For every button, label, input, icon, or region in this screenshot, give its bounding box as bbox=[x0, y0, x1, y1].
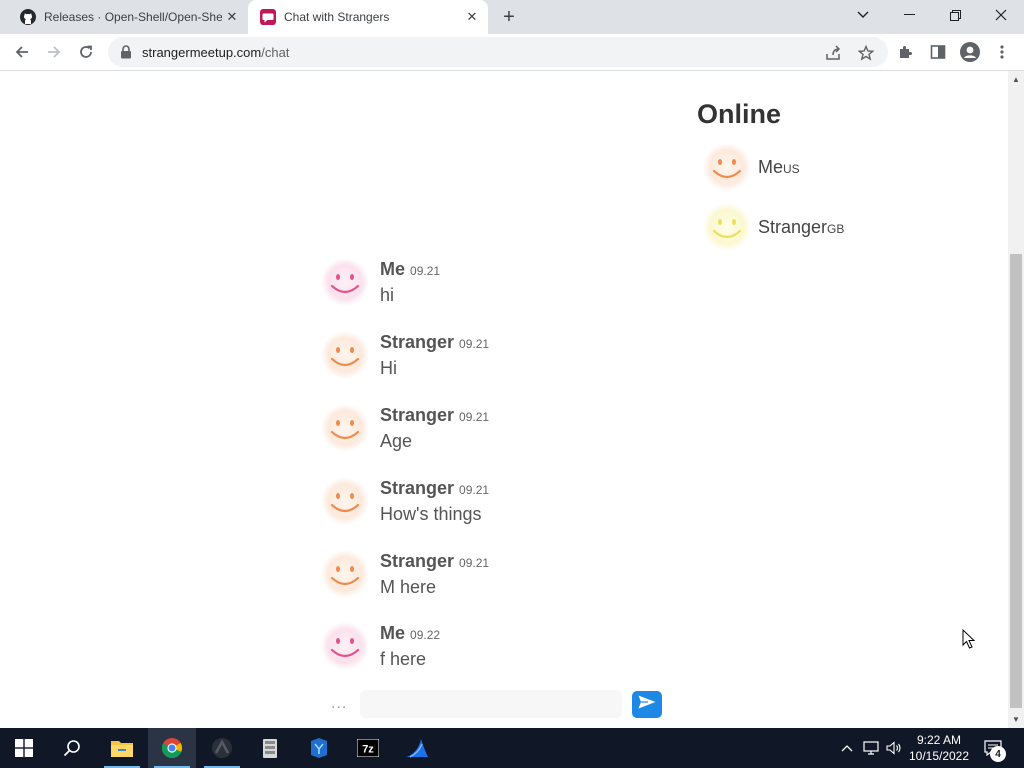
message-author: Me bbox=[380, 259, 406, 279]
tab-strip: Releases · Open-Shell/Open-Shel ✕ Chat w… bbox=[0, 0, 1024, 34]
message-author: Stranger bbox=[380, 551, 455, 571]
online-user[interactable]: MeUS bbox=[702, 142, 800, 192]
tab-title: Releases · Open-Shell/Open-Shel bbox=[44, 10, 222, 24]
message-time: 09.21 bbox=[459, 410, 490, 424]
volume-icon[interactable] bbox=[884, 728, 904, 768]
notification-count-badge: 4 bbox=[990, 746, 1006, 762]
side-panel-icon[interactable] bbox=[925, 39, 951, 65]
clock-time: 9:22 AM bbox=[916, 733, 962, 747]
message-author: Stranger bbox=[380, 405, 455, 425]
smiley-avatar-icon bbox=[320, 621, 370, 671]
page-scrollbar[interactable]: ▲ ▼ bbox=[1008, 71, 1024, 728]
smiley-avatar-icon bbox=[702, 142, 752, 192]
chat-message: Stranger 09.21 Hi bbox=[320, 330, 489, 380]
chat-message: Me 09.22 f here bbox=[320, 621, 440, 671]
start-icon[interactable] bbox=[0, 728, 48, 768]
message-text: Age bbox=[380, 431, 413, 451]
message-text: f here bbox=[380, 649, 427, 669]
share-icon[interactable] bbox=[824, 44, 842, 62]
url-text[interactable]: strangermeetup.com/chat bbox=[142, 45, 289, 60]
country-code: GB bbox=[827, 221, 845, 236]
smiley-avatar-icon bbox=[320, 403, 370, 453]
chrome-icon[interactable] bbox=[148, 728, 196, 768]
github-icon bbox=[20, 9, 36, 25]
app-icon[interactable] bbox=[295, 728, 343, 768]
page-content: Online MeUS StrangerGB Me 09.21 hi Stran… bbox=[0, 71, 1008, 728]
menu-kebab-icon[interactable] bbox=[989, 39, 1015, 65]
lock-icon[interactable] bbox=[120, 45, 132, 64]
file-explorer-icon[interactable] bbox=[98, 728, 146, 768]
new-tab-button[interactable]: + bbox=[498, 7, 520, 29]
online-user-name: StrangerGB bbox=[758, 217, 844, 238]
reload-icon[interactable] bbox=[73, 39, 99, 65]
smiley-avatar-icon bbox=[702, 202, 752, 252]
online-user-name: MeUS bbox=[758, 157, 800, 178]
message-time: 09.21 bbox=[459, 483, 490, 497]
close-tab-icon[interactable]: ✕ bbox=[462, 7, 482, 27]
smiley-avatar-icon bbox=[320, 549, 370, 599]
country-code: US bbox=[783, 161, 800, 176]
show-hidden-icons-icon[interactable] bbox=[838, 728, 856, 768]
chat-message: Stranger 09.21 M here bbox=[320, 549, 489, 599]
search-icon[interactable] bbox=[48, 728, 96, 768]
extensions-icon[interactable] bbox=[893, 39, 919, 65]
send-icon bbox=[638, 695, 656, 714]
message-time: 09.21 bbox=[459, 556, 490, 570]
message-author: Stranger bbox=[380, 332, 455, 352]
back-icon[interactable] bbox=[9, 39, 35, 65]
message-input[interactable] bbox=[360, 690, 622, 718]
smiley-avatar-icon bbox=[320, 476, 370, 526]
smiley-avatar-icon bbox=[320, 330, 370, 380]
mouse-cursor-icon bbox=[962, 628, 976, 654]
message-author: Stranger bbox=[380, 478, 455, 498]
windows-taskbar: 7z 9:22 AM 10/15/2022 bbox=[0, 728, 1024, 768]
chat-message: Stranger 09.21 Age bbox=[320, 403, 489, 453]
send-button[interactable] bbox=[632, 691, 662, 718]
message-time: 09.21 bbox=[459, 337, 490, 351]
chat-icon bbox=[260, 9, 276, 25]
online-heading: Online bbox=[697, 99, 782, 129]
taskbar-clock[interactable]: 9:22 AM 10/15/2022 bbox=[905, 732, 973, 764]
message-time: 09.22 bbox=[410, 628, 441, 642]
shark-app-icon[interactable] bbox=[393, 728, 441, 768]
typing-indicator: ... bbox=[331, 695, 348, 712]
chat-message: Me 09.21 hi bbox=[320, 257, 440, 307]
message-time: 09.21 bbox=[410, 264, 441, 278]
app-icon[interactable] bbox=[198, 728, 246, 768]
chat-message: Stranger 09.21 How's things bbox=[320, 476, 489, 526]
message-text: How's things bbox=[380, 504, 482, 524]
bookmark-star-icon[interactable] bbox=[857, 44, 875, 62]
scrollbar-thumb[interactable] bbox=[1010, 254, 1022, 708]
browser-toolbar: strangermeetup.com/chat bbox=[0, 34, 1024, 71]
7zip-icon[interactable]: 7z bbox=[344, 728, 392, 768]
message-text: M here bbox=[380, 577, 437, 597]
online-user[interactable]: StrangerGB bbox=[702, 202, 844, 252]
message-text: Hi bbox=[380, 358, 397, 378]
clock-date: 10/15/2022 bbox=[908, 749, 970, 763]
close-window-button[interactable] bbox=[978, 0, 1024, 30]
archive-app-icon[interactable] bbox=[246, 728, 294, 768]
user-name: Me bbox=[758, 156, 784, 177]
minimize-button[interactable] bbox=[886, 0, 932, 30]
forward-icon[interactable] bbox=[41, 39, 67, 65]
message-text: hi bbox=[380, 285, 395, 305]
tab-releases[interactable]: Releases · Open-Shell/Open-Shel ✕ bbox=[0, 0, 248, 34]
svg-text:7z: 7z bbox=[362, 744, 374, 756]
profile-icon[interactable] bbox=[957, 39, 983, 65]
scroll-up-arrow-icon[interactable]: ▲ bbox=[1012, 75, 1020, 84]
tab-search-icon[interactable] bbox=[840, 0, 886, 30]
user-name: Stranger bbox=[758, 216, 828, 237]
network-icon[interactable] bbox=[860, 728, 882, 768]
message-author: Me bbox=[380, 623, 406, 643]
scroll-down-arrow-icon[interactable]: ▼ bbox=[1012, 715, 1020, 724]
tab-title: Chat with Strangers bbox=[284, 10, 390, 24]
address-bar[interactable]: strangermeetup.com/chat bbox=[108, 37, 888, 67]
restore-button[interactable] bbox=[932, 0, 978, 30]
close-tab-icon[interactable]: ✕ bbox=[222, 7, 242, 27]
url-domain: strangermeetup.com bbox=[142, 45, 262, 60]
smiley-avatar-icon bbox=[320, 257, 370, 307]
tab-chat[interactable]: Chat with Strangers ✕ bbox=[248, 0, 488, 34]
url-path: /chat bbox=[261, 45, 290, 60]
